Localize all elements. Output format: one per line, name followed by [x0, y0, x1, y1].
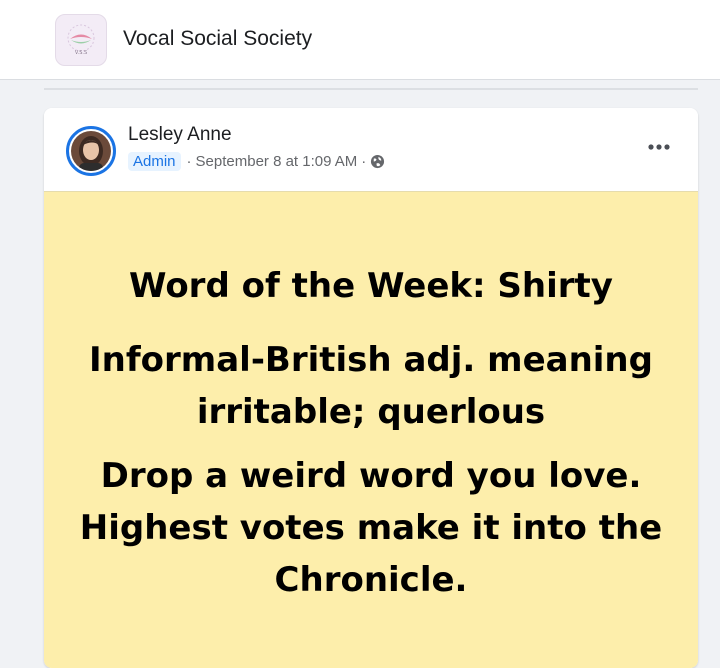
post-header: Lesley Anne Admin · September 8 at 1:09 …	[44, 108, 698, 191]
post-content: Word of the Week: Shirty Informal-Britis…	[44, 191, 698, 668]
post-card: Lesley Anne Admin · September 8 at 1:09 …	[44, 108, 698, 668]
group-logo[interactable]: V.S.S	[55, 14, 107, 66]
avatar-photo-icon	[71, 131, 111, 171]
meta-separator: ·	[186, 152, 192, 170]
separator	[44, 88, 698, 90]
group-logo-icon: V.S.S	[67, 24, 95, 56]
admin-badge[interactable]: Admin	[128, 151, 181, 171]
post-text-call-to-action: Drop a weird word you love. Highest votes…	[79, 456, 663, 600]
group-name[interactable]: Vocal Social Society	[123, 27, 312, 51]
post-timestamp[interactable]: September 8 at 1:09 AM	[196, 153, 358, 170]
meta-separator-2: ·	[361, 152, 367, 170]
post-text-title: Word of the Week: Shirty	[129, 266, 613, 306]
post-text-definition: Informal-British adj. meaning irritable; …	[89, 340, 653, 432]
globe-icon[interactable]	[370, 154, 385, 169]
more-options-button[interactable]	[644, 134, 674, 160]
group-logo-text: V.S.S	[75, 50, 87, 56]
author-avatar[interactable]	[66, 126, 116, 176]
post-meta: Admin · September 8 at 1:09 AM ·	[128, 150, 385, 172]
post-author-name[interactable]: Lesley Anne	[128, 124, 232, 146]
group-header: V.S.S Vocal Social Society	[0, 0, 720, 80]
more-options-icon	[648, 144, 670, 150]
